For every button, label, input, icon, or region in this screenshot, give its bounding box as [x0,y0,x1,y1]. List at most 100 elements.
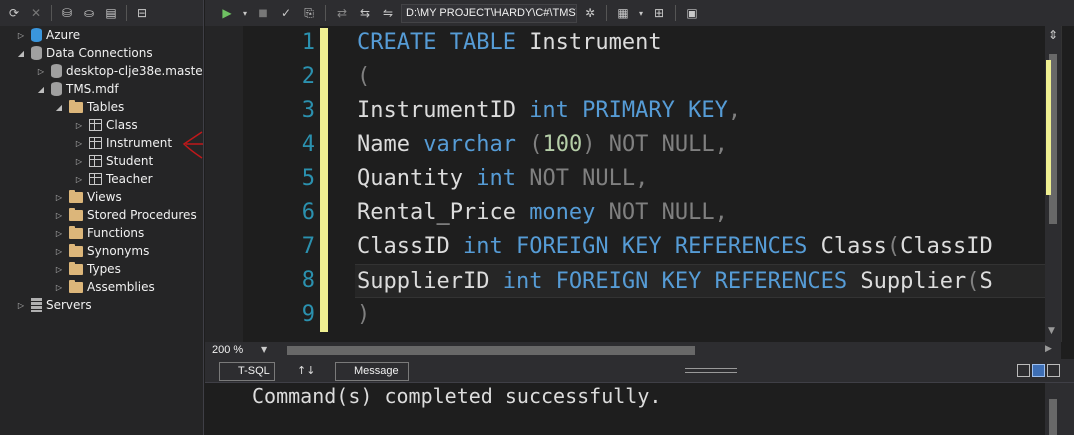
code-token: ( [529,132,543,157]
split-horizontal-button[interactable] [1032,364,1045,377]
code-line[interactable]: ClassID int FOREIGN KEY REFERENCES Class… [357,230,1045,264]
tree-item-label: Teacher [106,172,153,186]
results-dropdown-icon[interactable]: ▾ [636,3,646,23]
expand-arrow-icon[interactable]: ▷ [74,121,84,130]
collapse-arrow-icon[interactable]: ◢ [16,49,26,58]
connect-database-icon[interactable]: ⛁ [57,3,77,23]
include-plan-icon[interactable]: ⊞ [649,3,669,23]
tree-item[interactable]: ▷ Student [0,152,203,170]
expand-arrow-icon[interactable]: ▷ [54,229,64,238]
tree-item[interactable]: ▷ Teacher [0,170,203,188]
expand-arrow-icon[interactable]: ▷ [74,139,84,148]
code-token: ( [357,64,371,89]
overview-margin [1061,26,1074,342]
tree-item-label: Tables [87,100,125,114]
tree-item[interactable]: ▷ Instrument [0,134,203,152]
expand-arrow-icon[interactable]: ▷ [16,31,26,40]
connect-icon[interactable]: ⇋ [378,3,398,23]
tree-item[interactable]: ◢ Tables [0,98,203,116]
code-line[interactable]: Name varchar (100) NOT NULL, [357,128,1045,162]
table-icon [89,155,102,167]
tree-item[interactable]: ▷ desktop-clje38e.master. [0,62,203,80]
cancel-icon[interactable]: ✕ [26,3,46,23]
stop-icon[interactable]: ■ [253,3,273,23]
code-token: , [727,98,742,123]
code-area[interactable]: CREATE TABLE Instrument ( InstrumentID int… [355,26,1045,332]
tab-message[interactable]: Message [335,362,409,381]
query-options-icon[interactable]: ▣ [682,3,702,23]
expand-arrow-icon[interactable]: ▷ [36,67,46,76]
tree-item[interactable]: ▷ Types [0,260,203,278]
connect-server-icon[interactable]: ⛀ [79,3,99,23]
change-connection-icon[interactable]: ⇆ [355,3,375,23]
expand-arrow-icon[interactable]: ▷ [54,193,64,202]
expand-arrow-icon[interactable]: ▷ [54,265,64,274]
tree-item[interactable]: ▷ Stored Procedures [0,206,203,224]
settings-icon[interactable]: ✲ [580,3,600,23]
tab-tsql[interactable]: T-SQL [219,362,275,381]
expand-arrow-icon[interactable]: ▷ [54,211,64,220]
tree-item-label: Azure [46,28,81,42]
expand-arrow-icon[interactable]: ▷ [16,301,26,310]
tree-item[interactable]: ▷ Azure [0,26,203,44]
split-window-icon[interactable]: ⇕ [1046,28,1060,42]
tree-item[interactable]: ▷ Synonyms [0,242,203,260]
code-token: int FOREIGN KEY REFERENCES [502,269,861,294]
code-line[interactable]: ) [357,298,1045,332]
scroll-down-arrow-icon[interactable]: ▼ [1048,326,1055,336]
zoom-dropdown-icon[interactable]: ▼ [261,345,267,354]
code-token: int [476,166,530,191]
tree-item[interactable]: ▷ Views [0,188,203,206]
disconnect-icon[interactable]: ⇄ [332,3,352,23]
expand-arrow-icon[interactable]: ▷ [54,283,64,292]
split-vertical-button[interactable] [1017,364,1030,377]
toggle-pane-icon[interactable]: ↑↓ [297,364,315,377]
sql-editor[interactable]: 1 2 3 4 5 6 7 8 9 CREATE TABLE Instrument (Instru… [205,26,1045,342]
code-line[interactable]: CREATE TABLE Instrument [357,26,1045,60]
execute-dropdown-icon[interactable]: ▾ [240,3,250,23]
expand-arrow-icon[interactable]: ▷ [54,247,64,256]
collapse-pane-button[interactable] [1047,364,1060,377]
folder-icon [69,207,83,221]
tree-item-label: Data Connections [46,46,153,60]
tree-item[interactable]: ◢ TMS.mdf [0,80,203,98]
code-line[interactable]: Quantity int NOT NULL, [357,162,1045,196]
expand-arrow-icon[interactable]: ▷ [74,175,84,184]
tree-item[interactable]: ▷ Assemblies [0,278,203,296]
tree-item[interactable]: ▷ Functions [0,224,203,242]
tree-item[interactable]: ▷ Class [0,116,203,134]
execute-icon[interactable]: ▶ [217,3,237,23]
estimated-plan-icon[interactable]: ⎘ [299,3,319,23]
editor-bottom-bar: 200 % ▼ ▶ [205,342,1061,359]
code-token: int FOREIGN KEY REFERENCES [462,234,821,259]
code-line[interactable]: SupplierID int FOREIGN KEY REFERENCES Su… [355,264,1045,298]
horizontal-scroll-thumb[interactable] [287,346,695,355]
data-connections-icon [31,46,42,60]
code-line[interactable]: ( [357,60,1045,94]
toolbar-separator [675,5,676,21]
properties-icon[interactable]: ⊟ [132,3,152,23]
folder-icon [69,99,83,113]
code-token: NOT NULL, [529,166,649,191]
messages-scrollbar[interactable] [1045,383,1074,435]
collapse-arrow-icon[interactable]: ◢ [54,103,64,112]
tree-item[interactable]: ▷ Servers [0,296,203,314]
splitter-grip[interactable] [685,368,737,373]
folder-icon [69,261,83,275]
database-selector[interactable]: D:\MY PROJECT\HARDY\C#\TMS\ [401,3,577,23]
change-tracking-bar [320,28,328,332]
azure-connect-icon[interactable]: ▤ [101,3,121,23]
scroll-right-arrow-icon[interactable]: ▶ [1045,344,1052,354]
code-token: varchar [423,132,530,157]
code-token: SupplierID [357,269,503,294]
table-icon [89,119,102,131]
parse-check-icon[interactable]: ✓ [276,3,296,23]
tree-item[interactable]: ◢ Data Connections [0,44,203,62]
code-line[interactable]: InstrumentID int PRIMARY KEY, [357,94,1045,128]
code-line[interactable]: Rental_Price money NOT NULL, [357,196,1045,230]
refresh-icon[interactable]: ⟳ [4,3,24,23]
expand-arrow-icon[interactable]: ▷ [74,157,84,166]
messages-scroll-thumb[interactable] [1049,399,1057,435]
collapse-arrow-icon[interactable]: ◢ [36,85,46,94]
results-grid-icon[interactable]: ▦ [613,3,633,23]
